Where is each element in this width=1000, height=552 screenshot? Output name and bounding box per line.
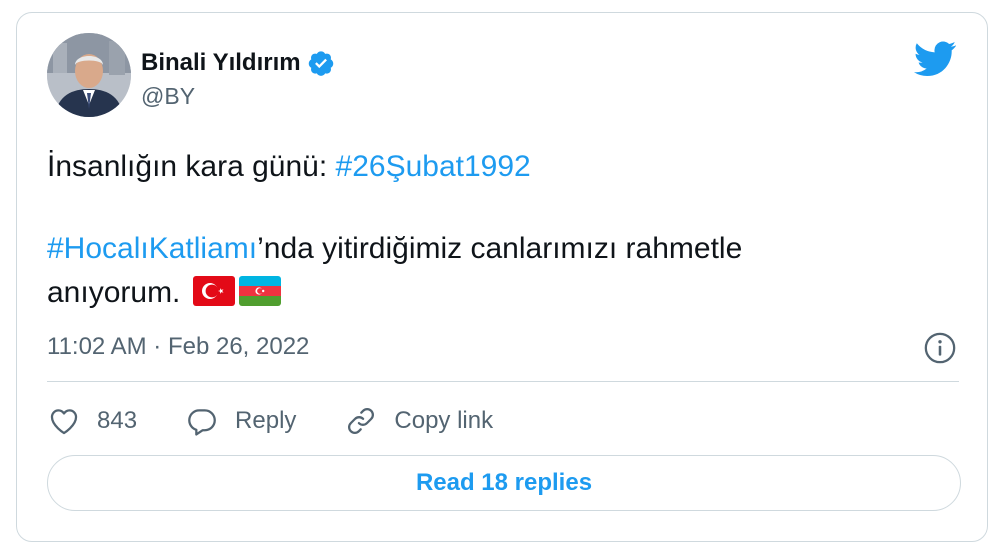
- speech-bubble-icon: [185, 404, 219, 438]
- link-icon: [344, 404, 378, 438]
- tweet-timestamp[interactable]: 11:02 AM · Feb 26, 2022: [47, 333, 309, 361]
- turkey-flag: [192, 276, 235, 306]
- tweet-line-1: İnsanlığın kara günü: #26Şubat1992: [47, 145, 947, 189]
- twitter-bird-icon[interactable]: [913, 41, 957, 77]
- tweet-actions: 843 Reply Copy link: [47, 401, 541, 441]
- hashtag-link[interactable]: #HocalıKatliamı: [47, 232, 257, 265]
- tweet-line-2: #HocalıKatliamı’nda yitirdiğimiz canları…: [47, 227, 947, 271]
- verified-badge-icon: [307, 49, 335, 77]
- avatar[interactable]: [47, 33, 131, 117]
- author-name[interactable]: Binali Yıldırım: [141, 49, 335, 77]
- tweet-embed-card: Binali Yıldırım @BY İnsanlığın kara günü…: [16, 12, 988, 542]
- hashtag-link[interactable]: #26Şubat1992: [336, 150, 531, 183]
- copy-link-button[interactable]: Copy link: [344, 404, 493, 438]
- tweet-text-segment: İnsanlığın kara günü:: [47, 150, 336, 183]
- tweet-text-segment: anıyorum.: [47, 276, 181, 309]
- heart-icon: [47, 404, 81, 438]
- author-handle[interactable]: @BY: [141, 83, 195, 110]
- like-count: 843: [97, 407, 138, 434]
- author-name-text[interactable]: Binali Yıldırım: [141, 49, 301, 77]
- divider: [47, 381, 959, 382]
- tweet-line-3: anıyorum.: [47, 271, 947, 315]
- read-replies-label: Read 18 replies: [415, 469, 593, 496]
- azerbaijan-flag: [238, 276, 281, 306]
- like-button[interactable]: 843: [47, 404, 137, 438]
- tweet-text: İnsanlığın kara günü: #26Şubat1992 #Hoca…: [47, 145, 947, 315]
- copy-link-label: Copy link: [394, 407, 494, 434]
- tweet-text-segment: ’nda yitirdiğimiz canlarımızı rahmetle: [257, 232, 743, 265]
- info-icon[interactable]: [923, 331, 957, 365]
- read-replies-button[interactable]: Read 18 replies: [47, 455, 961, 511]
- reply-button[interactable]: Reply: [185, 404, 296, 438]
- reply-label: Reply: [235, 407, 297, 434]
